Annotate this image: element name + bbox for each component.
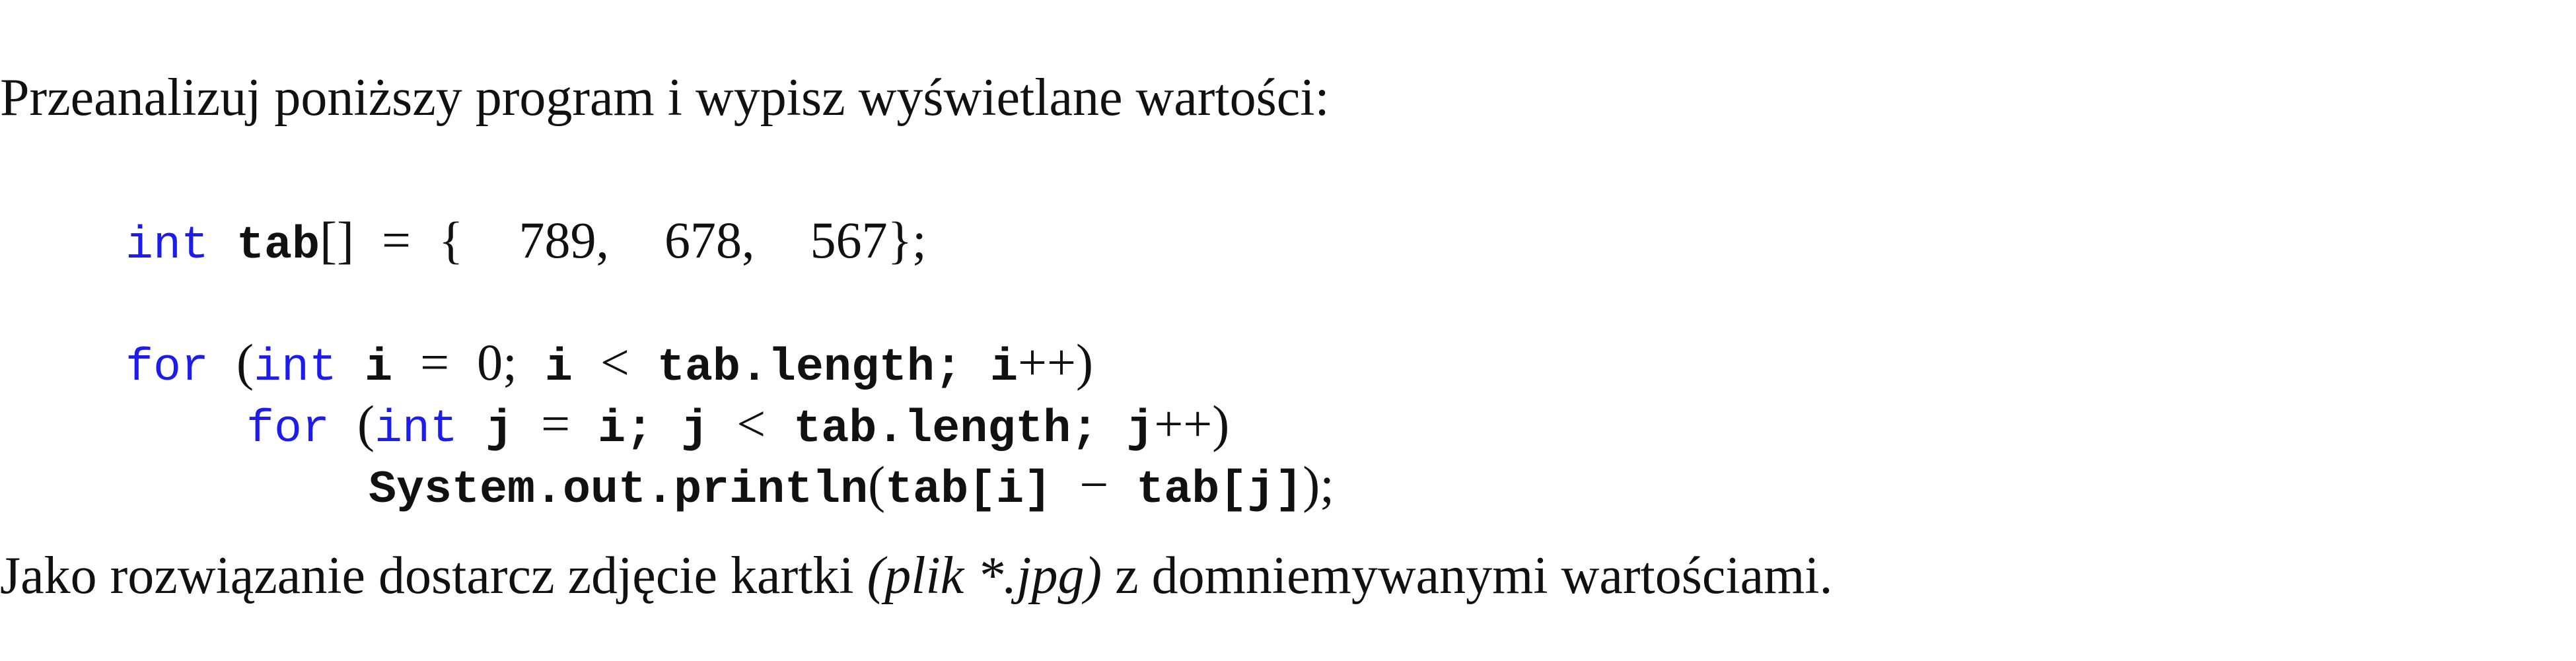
less-than-operator: < [600,333,629,391]
identifier-j: j [681,403,709,456]
identifier-i: i [544,342,573,394]
keyword-int: int [375,403,458,456]
paren-open: ( [236,333,254,391]
increment-operator: ++) [1154,395,1230,452]
keyword-int: int [254,342,338,394]
identifier-system-out-println: System.out.println [369,464,869,516]
paren-open: ( [868,456,886,513]
array-brackets: [] [320,211,355,269]
brace-open: { [439,211,464,269]
init-zero: 0; [477,333,517,391]
identifier-i: i [989,342,1018,394]
keyword-for: for [125,342,209,394]
submission-text-before: Jako rozwiązanie dostarcz zdjęcie kartki [0,547,867,605]
identifier-tab: tab [1136,464,1220,516]
assign-operator: = [382,211,411,269]
identifier-j: j [485,403,514,456]
increment-operator: ++) [1017,333,1093,391]
paren-close: ); [1303,456,1334,513]
identifier-tab-length: tab.length; [657,342,962,394]
index-j: [j] [1219,464,1303,516]
keyword-int: int [125,220,209,272]
less-than-operator: < [736,395,766,452]
file-type-hint: (plik *.jpg) [867,547,1102,605]
assign-operator: = [420,333,450,391]
code-line-outer-loop: for (int i = 0; i < tab.length; i++) [125,337,1093,392]
brace-close: }; [887,211,927,269]
keyword-for: for [246,403,330,456]
array-value-3: 567 [810,211,888,269]
code-line-inner-loop: for (int j = i; j < tab.length; j++) [246,398,1229,453]
identifier-i: i; [598,403,654,456]
paren-open: ( [357,395,375,452]
identifier-tab: tab [885,464,969,516]
code-line-println: System.out.println(tab[i] − tab[j]); [369,459,1334,514]
submission-text-after: z domniemywanymi wartościami. [1102,547,1833,605]
identifier-i: i [365,342,393,394]
task-instruction: Przeanalizuj poniższy program i wypisz w… [0,69,1330,127]
array-value-2: 678, [664,211,755,269]
submission-instruction: Jako rozwiązanie dostarcz zdjęcie kartki… [0,549,1833,602]
identifier-tab: tab [236,220,320,272]
minus-operator: − [1079,456,1109,513]
identifier-tab-length: tab.length; [793,403,1099,456]
code-line-array-declaration: int tab[] = { 789, 678, 567}; [125,215,927,269]
array-value-1: 789, [519,211,610,269]
identifier-j: j [1126,403,1155,456]
assign-operator: = [541,395,571,452]
index-i: [i] [968,464,1052,516]
